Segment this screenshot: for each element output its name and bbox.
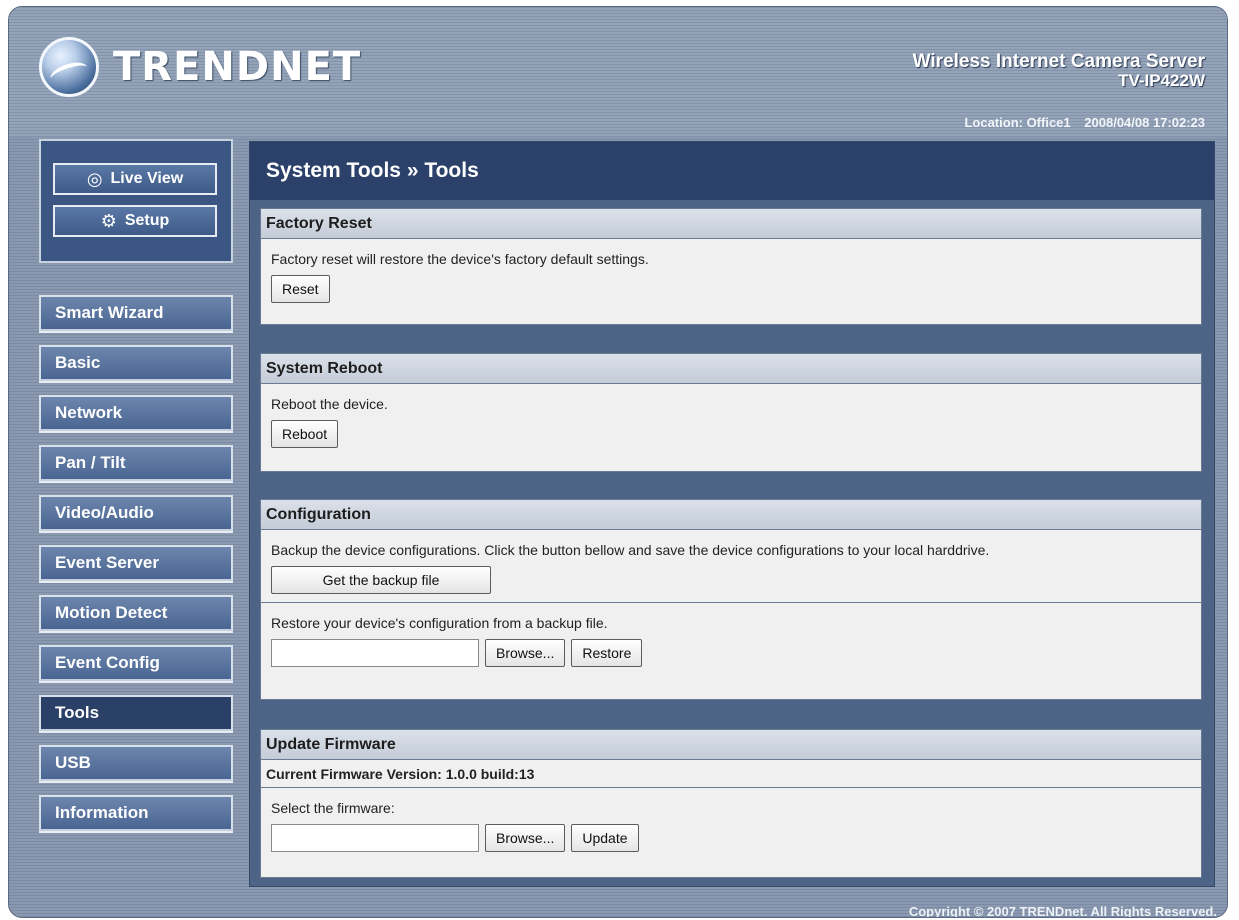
sidebar-item-motion-detect[interactable]: Motion Detect	[39, 595, 233, 631]
update-firmware-heading: Update Firmware	[261, 730, 1201, 760]
factory-reset-description: Factory reset will restore the device's …	[271, 251, 649, 267]
page-title: System Tools » Tools	[250, 142, 1214, 200]
get-backup-file-button[interactable]: Get the backup file	[271, 566, 491, 594]
firmware-browse-button[interactable]: Browse...	[485, 824, 566, 852]
factory-reset-section: Factory Reset Factory reset will restore…	[260, 208, 1202, 325]
sidebar-item-smart-wizard[interactable]: Smart Wizard	[39, 295, 233, 331]
restore-file-input[interactable]	[271, 639, 479, 667]
brand-name: TRENDNET	[113, 44, 362, 90]
sidebar-item-event-server[interactable]: Event Server	[39, 545, 233, 581]
brand-logo: TRENDNET	[39, 35, 361, 99]
configuration-section: Configuration Backup the device configur…	[260, 499, 1202, 700]
system-reboot-section: System Reboot Reboot the device. Reboot	[260, 353, 1202, 472]
restore-description: Restore your device's configuration from…	[271, 615, 608, 631]
backup-description: Backup the device configurations. Click …	[271, 542, 990, 558]
system-reboot-description: Reboot the device.	[271, 396, 388, 412]
sidebar-item-video-audio[interactable]: Video/Audio	[39, 495, 233, 531]
reboot-button[interactable]: Reboot	[271, 420, 339, 448]
sidebar-item-tools[interactable]: Tools	[39, 695, 233, 731]
trendnet-globe-logo-icon	[39, 37, 99, 97]
setup-button[interactable]: ⚙ Setup	[53, 205, 217, 237]
factory-reset-heading: Factory Reset	[261, 209, 1201, 239]
main-content: System Tools » Tools Factory Reset Facto…	[249, 141, 1215, 887]
sidebar-item-event-config[interactable]: Event Config	[39, 645, 233, 681]
restore-button[interactable]: Restore	[571, 639, 643, 667]
product-info: Wireless Internet Camera Server TV-IP422…	[913, 51, 1205, 91]
sidebar-item-usb[interactable]: USB	[39, 745, 233, 781]
reset-button[interactable]: Reset	[271, 275, 330, 303]
system-reboot-heading: System Reboot	[261, 354, 1201, 384]
eye-icon: ◎	[86, 168, 103, 189]
product-title: Wireless Internet Camera Server	[912, 51, 1205, 72]
app-frame: TRENDNET Wireless Internet Camera Server…	[8, 6, 1228, 918]
live-view-button[interactable]: ◎ Live View	[53, 163, 217, 195]
current-firmware-version: Current Firmware Version: 1.0.0 build:13	[261, 760, 1201, 788]
location-text: Location: Office1	[964, 115, 1071, 130]
header: TRENDNET Wireless Internet Camera Server…	[9, 7, 1227, 137]
update-button[interactable]: Update	[571, 824, 639, 852]
view-switcher: ◎ Live View ⚙ Setup	[39, 139, 233, 263]
gear-icon: ⚙	[100, 210, 117, 231]
setup-label: Setup	[124, 212, 170, 229]
restore-browse-button[interactable]: Browse...	[485, 639, 566, 667]
sidebar-item-pan-tilt[interactable]: Pan / Tilt	[39, 445, 233, 481]
product-model: TV-IP422W	[1118, 71, 1205, 90]
configuration-heading: Configuration	[261, 500, 1201, 530]
sidebar-item-information[interactable]: Information	[39, 795, 233, 831]
sidebar-item-basic[interactable]: Basic	[39, 345, 233, 381]
update-firmware-section: Update Firmware Current Firmware Version…	[260, 729, 1202, 878]
datetime-text: 2008/04/08 17:02:23	[1084, 115, 1205, 130]
firmware-file-input[interactable]	[271, 824, 479, 852]
select-firmware-label: Select the firmware:	[271, 800, 395, 816]
live-view-label: Live View	[110, 170, 184, 187]
status-line: Location: Office1 2008/04/08 17:02:23	[964, 115, 1205, 130]
copyright-footer: Copyright © 2007 TRENDnet. All Rights Re…	[908, 904, 1217, 918]
sidebar-item-network[interactable]: Network	[39, 395, 233, 431]
